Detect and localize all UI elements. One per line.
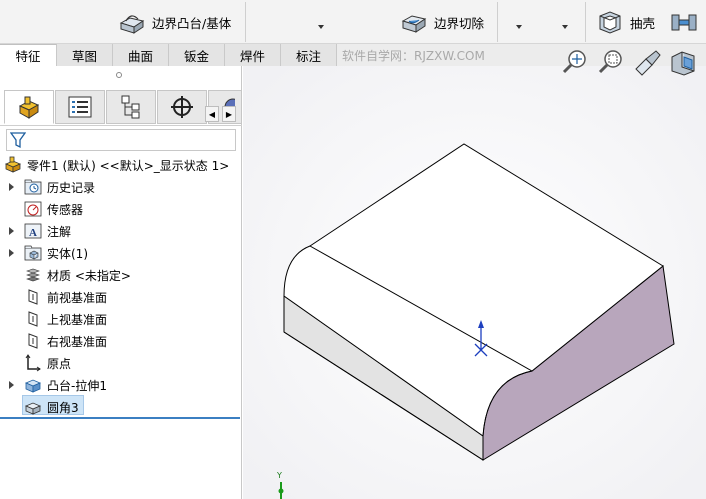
panel-rollback-bar[interactable] [0, 417, 240, 419]
panel-grip[interactable] [116, 72, 122, 78]
shell-button[interactable]: 抽壳 [596, 8, 655, 36]
plane-icon [28, 333, 38, 349]
expand-arrow-icon[interactable] [9, 227, 14, 235]
tab-scroll-right-button[interactable]: ▶ [222, 106, 236, 122]
tree-item-history[interactable]: 历史记录 [9, 177, 96, 197]
tab-label: 标注 [295, 48, 321, 64]
extrude-icon [24, 379, 42, 393]
annotation-icon: A [24, 223, 42, 239]
configuration-manager-icon [121, 95, 140, 119]
tab-sheet-metal[interactable]: 钣金 [169, 44, 225, 66]
plane-icon [28, 311, 38, 327]
tree-item-front-plane[interactable]: 前视基准面 [24, 287, 107, 307]
feature-manager-icon [18, 96, 40, 119]
tab-sketch[interactable]: 草图 [57, 44, 113, 66]
boundary-cut-button[interactable]: 边界切除 [400, 8, 484, 36]
model-view[interactable]: Y [243, 66, 706, 499]
fillet-icon [24, 402, 42, 415]
origin-icon [25, 354, 41, 372]
tab-dimxpert-manager[interactable] [157, 90, 207, 124]
tree-item-label: 注解 [47, 224, 72, 239]
watermark-text: 软件自学网：RJZXW.COM [342, 49, 485, 63]
shell-icon [599, 11, 621, 34]
plane-icon [28, 289, 38, 305]
tree-item-fillet[interactable]: 圆角3 [24, 397, 79, 417]
tab-label: 焊件 [239, 48, 265, 64]
tree-item-label: 上视基准面 [47, 312, 108, 327]
chevron-down-icon[interactable] [318, 25, 324, 29]
graphics-area[interactable]: Y [243, 66, 706, 499]
tree-root-label: 零件1 (默认) <<默认>_显示状态 1> [27, 158, 230, 173]
boundary-boss-label: 边界凸台/基体 [152, 15, 232, 31]
tree-item-top-plane[interactable]: 上视基准面 [24, 309, 107, 329]
zoom-to-fit-icon[interactable] [560, 47, 590, 77]
manager-tabs: ◀ ▶ [0, 86, 242, 126]
tab-surfaces[interactable]: 曲面 [113, 44, 169, 66]
tree-item-label: 凸台-拉伸1 [47, 378, 107, 393]
tab-weldments[interactable]: 焊件 [225, 44, 281, 66]
feature-manager-panel: ◀ ▶ 零件1 (默认) <<默认>_显示状态 1> 历史记录 传感器 A 注解… [0, 66, 242, 499]
sensor-icon [24, 201, 42, 217]
tree-item-label: 实体(1) [47, 246, 88, 261]
boundary-boss-icon [119, 15, 145, 34]
tab-label: 草图 [71, 48, 97, 64]
toolbar-separator [585, 2, 586, 42]
tree-item-label: 传感器 [47, 202, 84, 217]
triad-y-label: Y [276, 471, 282, 480]
command-manager-toolbar: 边界凸台/基体 边界切除 抽壳 [0, 0, 706, 44]
tree-item-sensors[interactable]: 传感器 [24, 199, 83, 219]
tree-item-label: 前视基准面 [47, 290, 108, 305]
toolbar-separator [497, 2, 498, 42]
tab-scroll-left-button[interactable]: ◀ [205, 106, 219, 122]
feature-filter-input[interactable] [6, 129, 236, 151]
rib-icon [671, 14, 697, 31]
crosshair-icon [171, 96, 193, 118]
solid-bodies-icon [24, 245, 42, 261]
toolbar-separator [245, 2, 246, 42]
history-folder-icon [24, 179, 42, 195]
tree-item-origin[interactable]: 原点 [24, 353, 71, 373]
tab-feature-manager[interactable] [4, 90, 54, 124]
tree-item-label: 材质 <未指定> [47, 268, 131, 283]
tab-label: 钣金 [183, 48, 209, 64]
tree-item-label: 圆角3 [47, 400, 79, 415]
material-icon [26, 268, 40, 282]
tab-property-manager[interactable] [55, 90, 105, 124]
chevron-down-icon[interactable] [516, 25, 522, 29]
tree-item-label: 原点 [47, 356, 72, 371]
heads-up-view-toolbar [560, 47, 698, 81]
boundary-cut-icon [401, 15, 427, 33]
section-view-icon[interactable] [668, 47, 698, 77]
tab-configuration-manager[interactable] [106, 90, 156, 124]
previous-view-icon[interactable] [632, 47, 662, 77]
tree-root-part[interactable]: 零件1 (默认) <<默认>_显示状态 1> [4, 155, 229, 175]
tree-item-annotations[interactable]: A 注解 [9, 221, 72, 241]
svg-text:A: A [29, 227, 37, 239]
tree-item-solid-bodies[interactable]: 实体(1) [9, 243, 88, 263]
expand-arrow-icon[interactable] [9, 381, 14, 389]
chevron-down-icon[interactable] [562, 25, 568, 29]
tree-item-material[interactable]: 材质 <未指定> [24, 265, 131, 285]
expand-arrow-icon[interactable] [9, 249, 14, 257]
rib-button[interactable] [670, 8, 698, 36]
filter-icon [10, 132, 26, 149]
boundary-cut-label: 边界切除 [434, 15, 485, 31]
tab-features[interactable]: 特征 [0, 44, 57, 66]
tree-item-label: 右视基准面 [47, 334, 108, 349]
tab-markup[interactable]: 标注 [281, 44, 337, 66]
zoom-to-area-icon[interactable] [596, 47, 626, 77]
part-icon [4, 156, 22, 173]
tab-label: 曲面 [127, 48, 153, 64]
tree-item-label: 历史记录 [47, 180, 96, 195]
property-manager-icon [68, 96, 92, 118]
tab-label: 特征 [15, 49, 41, 64]
boundary-boss-button[interactable]: 边界凸台/基体 [118, 8, 231, 36]
tree-item-boss-extrude[interactable]: 凸台-拉伸1 [9, 375, 107, 395]
expand-arrow-icon[interactable] [9, 183, 14, 191]
shell-label: 抽壳 [630, 15, 656, 31]
tree-item-right-plane[interactable]: 右视基准面 [24, 331, 107, 351]
